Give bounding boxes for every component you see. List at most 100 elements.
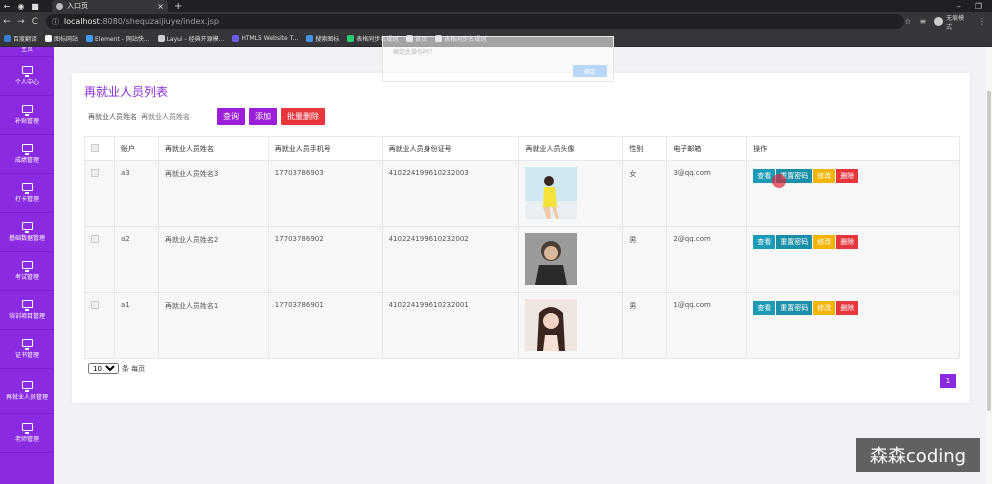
page-size-select[interactable]: 10 <box>88 363 119 374</box>
back-arrow-icon[interactable]: ← <box>0 2 14 11</box>
reset-password-button[interactable]: 重置密码 <box>776 235 813 249</box>
tab-square-icon[interactable]: ■ <box>28 2 42 11</box>
back-icon[interactable]: ← <box>0 17 14 27</box>
monitor-icon <box>21 381 33 392</box>
monitor-icon <box>21 183 33 194</box>
maximize-icon[interactable]: ❐ <box>975 2 982 11</box>
sidebar-item[interactable]: 打卡管理 <box>0 174 54 213</box>
sidebar-item[interactable]: 培训项目管理 <box>0 291 54 330</box>
sidebar-item[interactable]: 证书管理 <box>0 330 54 369</box>
row-checkbox[interactable] <box>91 235 99 243</box>
actions-cell: 查看 重置密码 修改 删除 <box>746 292 960 359</box>
batch-delete-button[interactable]: 批量删除 <box>281 108 325 125</box>
row-checkbox[interactable] <box>91 301 99 309</box>
bookmark-item[interactable]: 百度翻译 <box>4 34 37 43</box>
select-all-checkbox[interactable] <box>91 143 99 152</box>
sidebar-item[interactable]: 考试管理 <box>0 252 54 291</box>
monitor-icon <box>21 222 33 233</box>
search-input[interactable] <box>141 109 217 124</box>
url-path: :8080/shequzaijiuye/index.jsp <box>99 17 219 26</box>
watermark: 森森coding <box>856 438 980 472</box>
view-button[interactable]: 查看 <box>753 301 776 315</box>
menu-dots-icon[interactable]: ⋮ <box>978 17 986 26</box>
monitor-icon <box>21 261 33 272</box>
sidebar-item[interactable]: 老师管理 <box>0 414 54 453</box>
add-button[interactable]: 添加 <box>249 108 277 125</box>
table-header-row: 账户 再就业人员姓名 再就业人员手机号 再就业人员身份证号 再就业人员头像 性别 电子邮箱操… <box>84 136 960 161</box>
bookmark-icon <box>45 35 53 42</box>
scrollbar-thumb[interactable] <box>987 91 991 411</box>
search-bar: 再就业人员姓名 查询 添加 批量删除 <box>88 108 329 125</box>
page-number-button[interactable]: 1 <box>940 374 956 388</box>
bookmark-item[interactable]: HTML5 Website T... <box>232 35 298 42</box>
column-header: 再就业人员手机号 <box>267 136 383 161</box>
view-button[interactable]: 查看 <box>753 235 776 249</box>
reload-icon[interactable]: C <box>28 17 42 27</box>
per-page-label: 条 每页 <box>122 364 146 373</box>
sidebar-item-label: 证书管理 <box>14 352 39 359</box>
star-icon[interactable]: ☆ <box>904 17 911 26</box>
sidebar-item[interactable]: 再就业人员管理 <box>0 369 54 414</box>
edit-button[interactable]: 修改 <box>813 235 836 249</box>
avatar-cell <box>518 160 624 227</box>
monitor-icon <box>21 423 33 434</box>
close-tab-icon[interactable]: × <box>157 2 164 11</box>
search-label: 再就业人员姓名 <box>88 112 137 121</box>
query-button[interactable]: 查询 <box>217 108 245 125</box>
browser-tab[interactable]: 入口页 × <box>52 0 168 12</box>
minimize-icon[interactable]: – <box>957 2 961 11</box>
new-tab-icon[interactable]: + <box>174 1 182 12</box>
cell-phone: 17703786902 <box>267 226 383 293</box>
row-select-cell <box>84 160 115 227</box>
sidebar-item[interactable]: 成绩管理 <box>0 135 54 174</box>
page-title: 再就业人员列表 <box>84 85 169 99</box>
cell-phone: 17703786901 <box>267 292 383 359</box>
bookmark-item[interactable]: Element - 网站快... <box>86 34 150 43</box>
avatar-cell <box>518 226 624 293</box>
table-body: a3 再就业人员姓名3 17703786903 410224199610232003 女… <box>84 160 960 359</box>
cell-email: 2@qq.com <box>666 226 748 293</box>
bookmark-item[interactable]: Layui - 经典开源模... <box>157 34 225 43</box>
confirm-dialog-button[interactable]: 确定 <box>573 65 607 77</box>
sidebar-home[interactable]: 主页 <box>0 47 54 57</box>
sidebar-item[interactable]: 个人中心 <box>0 57 54 96</box>
forward-icon[interactable]: → <box>14 17 28 27</box>
cell-account: a2 <box>113 226 159 293</box>
bookmark-item[interactable]: 图标网站 <box>45 34 78 43</box>
url-input[interactable]: ⓘ localhost :8080/shequzaijiuye/index.js… <box>45 14 905 29</box>
column-header: 再就业人员姓名 <box>157 136 269 161</box>
delete-button[interactable]: 删除 <box>836 301 859 315</box>
pagination-size: 10 条 每页 <box>88 363 145 374</box>
sidebar-item[interactable]: 补贴管理 <box>0 96 54 135</box>
sidebar-item[interactable]: 基础数据管理 <box>0 213 54 252</box>
row-checkbox[interactable] <box>91 169 99 177</box>
bookmark-label: 图标网站 <box>54 36 79 43</box>
reset-password-button[interactable]: 重置密码 <box>776 301 813 315</box>
table-row: a2 再就业人员姓名2 17703786902 410224199610232002 男… <box>84 226 960 293</box>
column-header: 再就业人员头像 <box>518 136 624 161</box>
sidebar-item-label: 基础数据管理 <box>8 235 45 242</box>
edit-button[interactable]: 修改 <box>813 169 836 183</box>
sidebar: 主页 个人中心补贴管理成绩管理 打卡管理基础数据管理考试管理 培训项目管理证书管理再… <box>0 47 54 484</box>
avatar-image <box>525 233 578 285</box>
cell-id-card: 410224199610232003 <box>381 160 520 227</box>
select-all-header[interactable] <box>84 136 115 161</box>
page-scrollbar[interactable] <box>986 47 992 484</box>
bookmark-label: Element - 网站快... <box>95 36 150 43</box>
bookmark-label: Layui - 经典开源模... <box>166 36 225 43</box>
column-header: 电子邮箱 <box>666 136 748 161</box>
incognito-indicator[interactable]: 无痕模式 <box>934 13 970 31</box>
info-icon[interactable]: ⓘ <box>52 17 59 27</box>
bookmark-icon <box>347 35 355 42</box>
cell-phone: 17703786903 <box>267 160 383 227</box>
media-icon[interactable]: ≡ <box>919 17 926 26</box>
bookmark-item[interactable]: 搜索图标 <box>306 34 339 43</box>
edit-button[interactable]: 修改 <box>813 301 836 315</box>
actions-cell: 查看 重置密码 修改 删除 <box>746 226 960 293</box>
delete-button[interactable]: 删除 <box>836 169 859 183</box>
incognito-avatar-icon <box>934 17 944 26</box>
bookmark-label: 百度翻译 <box>13 36 38 43</box>
delete-button[interactable]: 删除 <box>836 235 859 249</box>
sidebar-item-label: 个人中心 <box>14 79 39 86</box>
sidebar-item-label: 补贴管理 <box>14 118 39 125</box>
